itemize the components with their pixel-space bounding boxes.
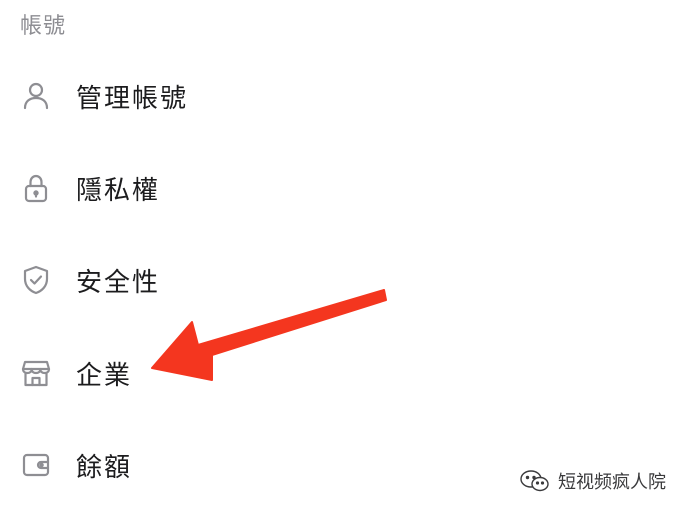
menu-item-label: 企業 [76,360,133,391]
menu-item-business[interactable]: 企業 [0,343,600,403]
person-icon [18,78,54,114]
menu-item-label: 餘額 [76,452,133,483]
menu-item-manage-account[interactable]: 管理帳號 [0,66,600,126]
account-settings-page: 帳號 管理帳號 隱私權 安全性 企業 餘額 短视频疯人院 [0,0,684,510]
watermark: 短视频疯人院 [518,468,666,494]
watermark-text: 短视频疯人院 [558,472,666,493]
menu-item-label: 安全性 [76,267,161,298]
menu-item-privacy[interactable]: 隱私權 [0,158,600,218]
menu-item-security[interactable]: 安全性 [0,250,600,310]
shield-check-icon [18,262,54,298]
storefront-icon [18,355,54,391]
menu-item-label: 隱私權 [76,175,161,206]
menu-item-balance[interactable]: 餘額 [0,435,600,495]
lock-icon [18,170,54,206]
wechat-logo-icon [520,470,549,492]
menu-item-label: 管理帳號 [76,83,189,114]
wallet-icon [18,447,54,483]
section-title-account: 帳號 [20,14,67,39]
